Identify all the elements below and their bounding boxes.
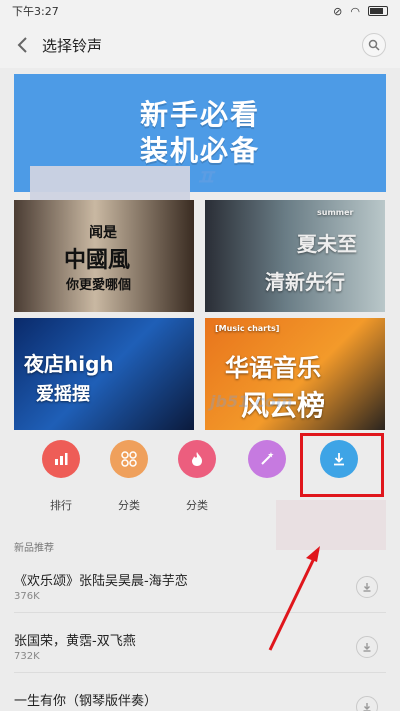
wifi-icon: ◠ [350, 4, 360, 18]
tile-line2: 中國風 [64, 248, 131, 273]
divider [14, 672, 386, 673]
search-icon[interactable] [362, 33, 386, 57]
annotation-arrow [268, 546, 320, 651]
tile-line2: 爱摇摆 [36, 384, 90, 405]
song-name: 《欢乐颂》张陆吴昊晨-海芋恋 [14, 574, 188, 589]
tile-fresh-summer[interactable]: summer 夏未至 清新先行 [205, 200, 385, 312]
tile-tag: summer [317, 208, 354, 217]
category-label: 分类 [118, 499, 140, 512]
tile-line1: 夜店high [24, 352, 114, 376]
top-app-bar: 选择铃声 [0, 22, 400, 68]
highlight-box [300, 433, 384, 497]
status-time: 下午3:27 [12, 5, 59, 18]
status-icons: ⊘ ◠ [333, 5, 388, 18]
divider [14, 612, 386, 613]
watermark: jb51.com [210, 392, 293, 411]
tile-nightclub[interactable]: 夜店high 爱摇摆 [14, 318, 194, 430]
category-label: 分类 [186, 499, 208, 512]
tile-line1: 闻是 [89, 225, 117, 241]
bar-chart-icon[interactable] [42, 440, 80, 478]
tile-chinese-music-charts[interactable]: [Music charts] 华语音乐 风云榜 [205, 318, 385, 430]
watermark: ㅍ [195, 166, 216, 191]
chevron-left-icon[interactable] [12, 34, 34, 56]
song-size: 376K [14, 591, 40, 602]
tile-line3: 你更愛哪個 [66, 278, 132, 293]
flame-icon[interactable] [178, 440, 216, 478]
tile-tag: [Music charts] [215, 324, 280, 333]
magic-wand-icon[interactable] [248, 440, 286, 478]
tile-chinese-style[interactable]: 闻是 中國風 你更愛哪個 [14, 200, 194, 312]
page-title: 选择铃声 [42, 36, 103, 55]
tile-line1: 华语音乐 [225, 354, 321, 382]
list-item[interactable]: 一生有你（钢琴版伴奏） [0, 690, 400, 711]
song-size: 732K [14, 651, 40, 662]
banner-line1: 新手必看 [139, 98, 260, 131]
tile-line2: 清新先行 [265, 270, 345, 294]
song-name: 张国荣，黄霑-双飞燕 [14, 634, 136, 649]
status-bar: 下午3:27 ⊘ ◠ [0, 0, 400, 22]
download-icon[interactable] [356, 636, 378, 658]
battery-icon [368, 6, 388, 16]
category-label: 排行 [50, 499, 72, 512]
section-title: 新品推荐 [14, 543, 54, 554]
mute-icon: ⊘ [333, 4, 343, 18]
song-name: 一生有你（钢琴版伴奏） [14, 694, 158, 709]
download-icon[interactable] [356, 576, 378, 598]
grid-icon[interactable] [110, 440, 148, 478]
download-icon[interactable] [356, 696, 378, 711]
tile-line1: 夏未至 [297, 232, 357, 256]
